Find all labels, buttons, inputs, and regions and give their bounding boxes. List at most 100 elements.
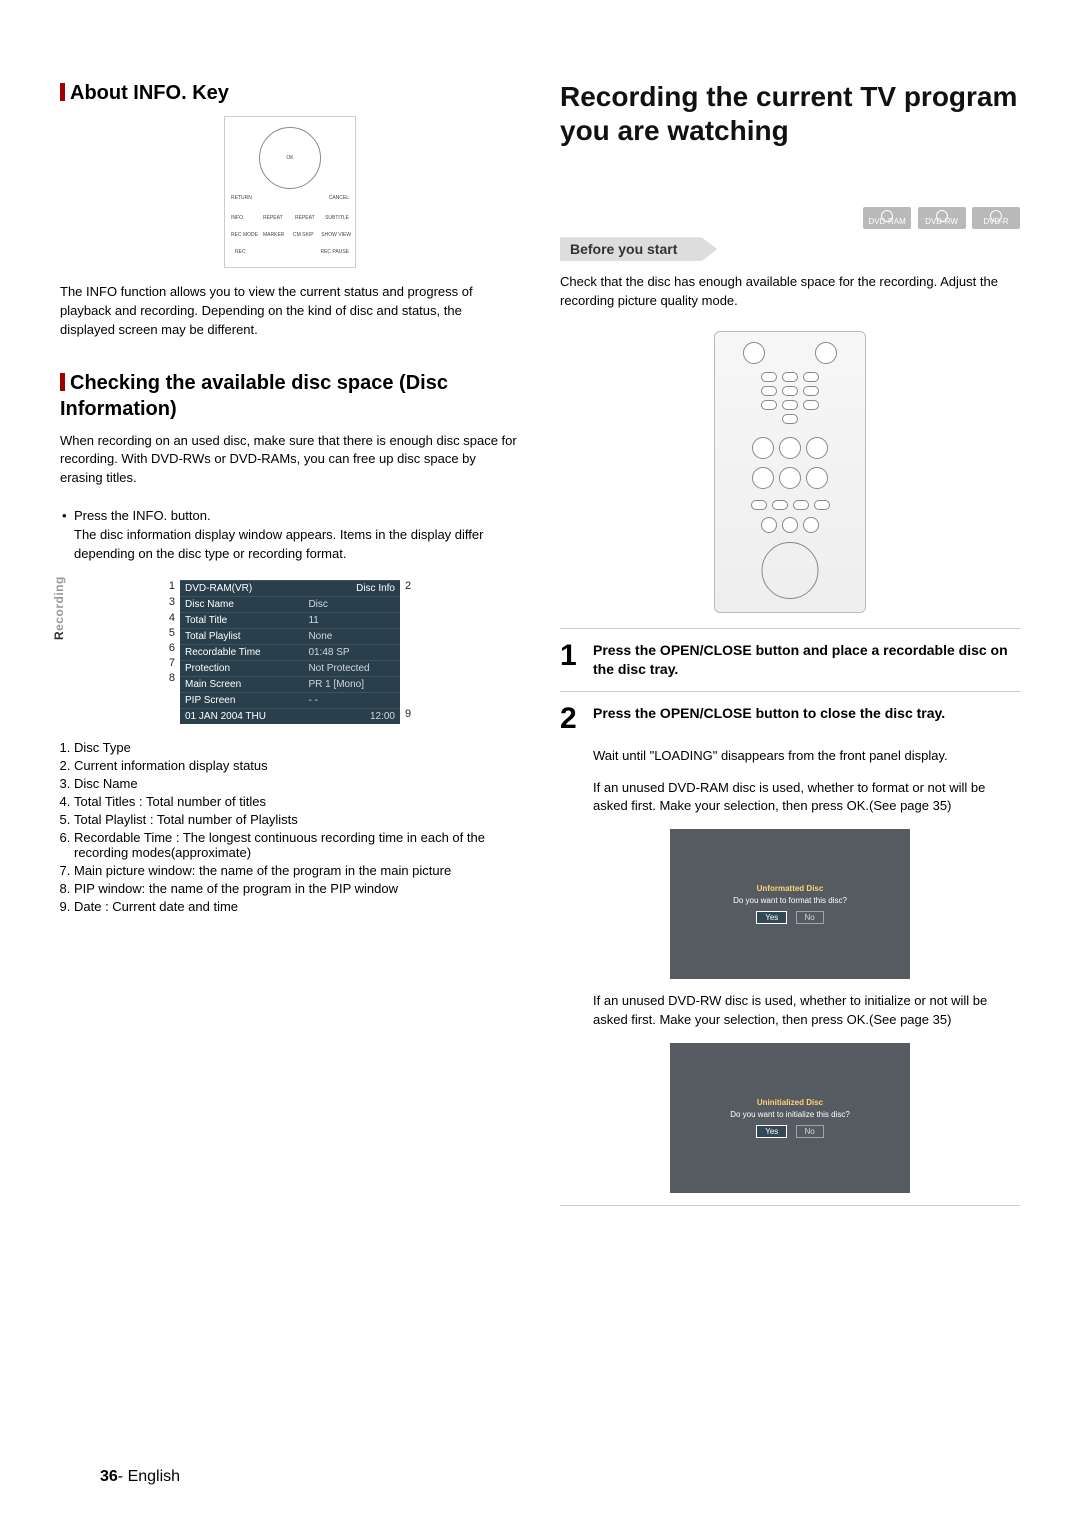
step-2: 2 Press the OPEN/CLOSE button to close t… — [560, 704, 1020, 734]
legend-5: Total Playlist : Total number of Playlis… — [74, 812, 520, 827]
row-mainscreen-label: Main Screen — [180, 676, 303, 692]
legend-4: Total Titles : Total number of titles — [74, 794, 520, 809]
row-totaltitle-label: Total Title — [180, 612, 303, 628]
ff-icon — [814, 500, 830, 510]
power-icon — [743, 342, 765, 364]
main-title: Recording the current TV program you are… — [560, 80, 1020, 147]
disc-space-title: Checking the available disc space (Disc … — [60, 372, 448, 420]
marker-label: MARKER — [263, 232, 284, 238]
dialog1-title: Unformatted Disc — [733, 884, 847, 893]
callouts-left: 1 3 4 5 6 7 8 — [159, 579, 179, 725]
rec-label: REC — [235, 249, 246, 255]
before-start-body: Check that the disc has enough available… — [560, 273, 1020, 311]
ok-label: OK — [286, 155, 293, 161]
initialize-dialog-figure: Uninitialized Disc Do you want to initia… — [670, 1043, 910, 1193]
right-column: Recording the current TV program you are… — [560, 80, 1020, 1218]
initialize-dialog: Uninitialized Disc Do you want to initia… — [730, 1098, 850, 1138]
repeat2-label: REPEAT — [295, 215, 315, 221]
step-2-title: Press the OPEN/CLOSE button to close the… — [593, 704, 945, 734]
dialog2-yes-button: Yes — [756, 1125, 787, 1138]
legend-7: Main picture window: the name of the pro… — [74, 863, 520, 878]
num-3-icon — [803, 372, 819, 382]
pause-icon — [782, 517, 798, 533]
step-2-body-2: If an unused DVD-RAM disc is used, wheth… — [593, 779, 1020, 817]
prog-up-icon — [779, 437, 801, 459]
dialog1-question: Do you want to format this disc? — [733, 896, 847, 905]
row-protection-label: Protection — [180, 660, 303, 676]
rec-icon — [806, 467, 828, 489]
disc-info-figure: 1 3 4 5 6 7 8 DVD-RAM(VR)Disc Info Disc … — [60, 579, 520, 725]
next-icon — [803, 517, 819, 533]
recpause-label: REC PAUSE — [320, 249, 349, 255]
prev-icon — [761, 517, 777, 533]
tab-letter: R — [52, 631, 66, 640]
cmskip-label: CM SKIP — [293, 232, 314, 238]
badge-dvd-r: DVD-R — [972, 207, 1020, 229]
row-recordable-label: Recordable Time — [180, 644, 303, 660]
divider — [560, 691, 1020, 692]
stop-icon — [772, 500, 788, 510]
row-totalplaylist-label: Total Playlist — [180, 628, 303, 644]
disc-type-badges: DVD-RAM DVD-RW DVD-R — [560, 207, 1020, 229]
row-totalplaylist-value: None — [303, 628, 400, 644]
badge-dvd-rw: DVD-RW — [918, 207, 966, 229]
legend-2: Current information display status — [74, 758, 520, 773]
step-2-number: 2 — [560, 704, 585, 734]
disc-space-heading: Checking the available disc space (Disc … — [60, 370, 520, 422]
disc-info-cell: DVD-RAM(VR)Disc Info Disc NameDisc Total… — [179, 579, 401, 725]
row-time: 12:00 — [303, 708, 400, 724]
heading-bar-icon — [60, 83, 65, 101]
section-tab: Recording — [52, 576, 66, 640]
callout-7: 7 — [160, 657, 175, 672]
recmode-label: REC MODE — [231, 232, 258, 238]
prog-down-icon — [779, 467, 801, 489]
return-label: RETURN — [231, 195, 252, 201]
page-footer: 36- English — [100, 1468, 180, 1486]
subtitle-label: SUBTITLE — [325, 215, 349, 221]
vol-down-icon — [752, 467, 774, 489]
dialog2-question: Do you want to initialize this disc? — [730, 1110, 850, 1119]
row-date: 01 JAN 2004 THU — [180, 708, 303, 724]
vol-up-icon — [752, 437, 774, 459]
cancel-label: CANCEL — [329, 195, 349, 201]
step-1-number: 1 — [560, 641, 585, 679]
legend-9: Date : Current date and time — [74, 899, 520, 914]
rew-icon — [751, 500, 767, 510]
legend-8: PIP window: the name of the program in t… — [74, 881, 520, 896]
open-close-icon — [806, 437, 828, 459]
dialog1-yes-button: Yes — [756, 911, 787, 924]
num-5-icon — [782, 386, 798, 396]
callout-6: 6 — [160, 642, 175, 657]
num-7-icon — [761, 400, 777, 410]
play-icon — [793, 500, 809, 510]
callout-4: 4 — [160, 612, 175, 627]
disc-header-right: Disc Info — [303, 580, 400, 596]
row-pipscreen-value: - - — [303, 692, 400, 708]
callout-9: 9 — [405, 708, 420, 720]
dialog1-no-button: No — [796, 911, 824, 924]
disc-info-table: DVD-RAM(VR)Disc Info Disc NameDisc Total… — [180, 580, 400, 724]
page-number: 36 — [100, 1468, 118, 1485]
callout-1: 1 — [160, 580, 175, 596]
tab-rest: ecording — [52, 576, 66, 631]
before-you-start-heading: Before you start — [560, 237, 717, 261]
row-protection-value: Not Protected — [303, 660, 400, 676]
callout-3: 3 — [160, 596, 175, 612]
legend-6: Recordable Time : The longest continuous… — [74, 830, 520, 860]
divider — [560, 1205, 1020, 1206]
badge-dvd-ram: DVD-RAM — [863, 207, 911, 229]
num-4-icon — [761, 386, 777, 396]
disc-space-paragraph: When recording on an used disc, make sur… — [60, 432, 520, 489]
legend-3: Disc Name — [74, 776, 520, 791]
showview-label: SHOW VIEW — [321, 232, 351, 238]
num-0-icon — [782, 414, 798, 424]
callout-5: 5 — [160, 627, 175, 642]
tv-power-icon — [815, 342, 837, 364]
press-info-body: The disc information display window appe… — [60, 526, 520, 564]
callouts-right: 2 9 — [401, 579, 421, 725]
callout-8: 8 — [160, 672, 175, 687]
dpad-icon — [762, 542, 819, 599]
about-info-title: About INFO. Key — [70, 82, 229, 104]
info-function-paragraph: The INFO function allows you to view the… — [60, 283, 520, 340]
remote-closeup-figure: OK RETURN CANCEL INFO. REPEAT REPEAT SUB… — [60, 116, 520, 273]
